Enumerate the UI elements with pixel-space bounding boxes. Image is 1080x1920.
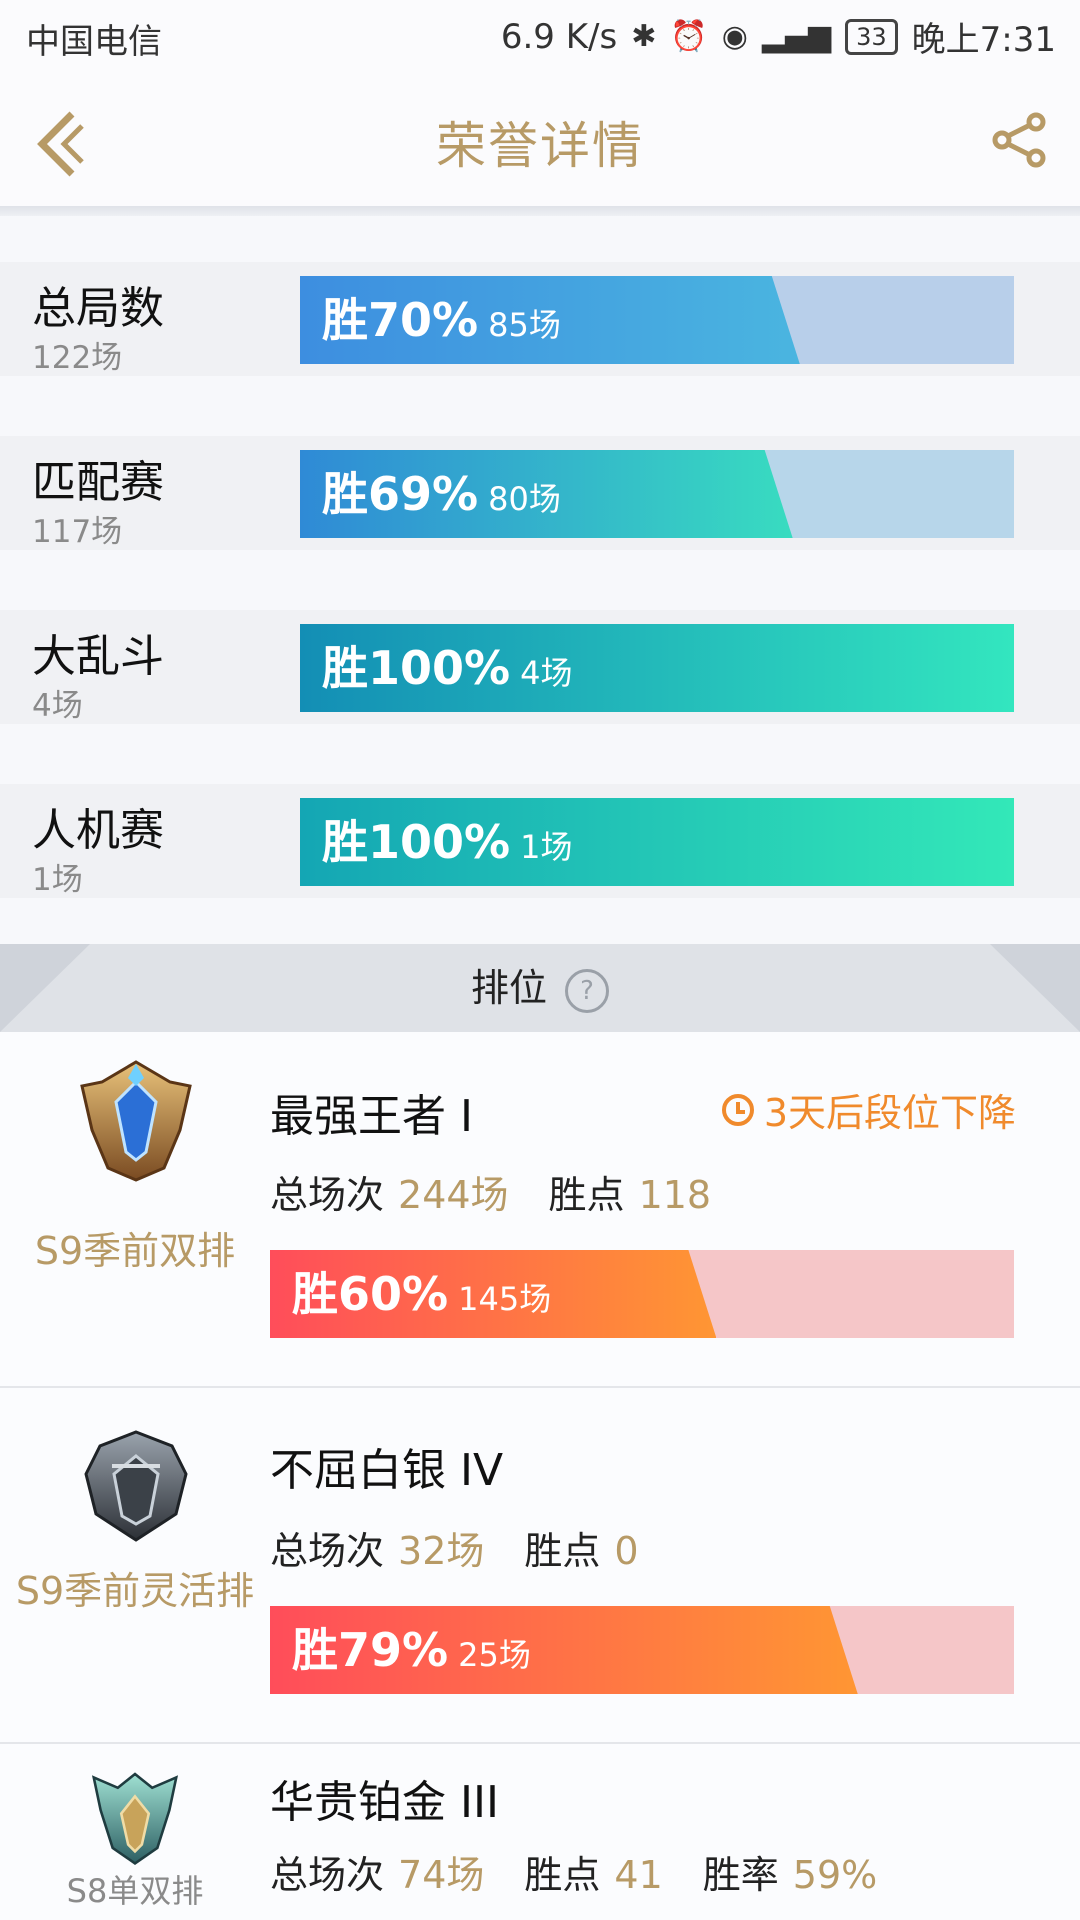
win-games: 85场 [488, 306, 561, 344]
win-rate-label: 胜60% [292, 1267, 449, 1321]
lp-value: 118 [638, 1173, 712, 1217]
mode-row-normal[interactable]: 匹配赛 117场 胜69% 80场 [0, 436, 1080, 550]
lp-value: 41 [614, 1853, 663, 1897]
mode-total-games: 117场 [32, 514, 123, 550]
carrier-label: 中国电信 [26, 22, 162, 62]
win-rate-label: 胜69% [322, 467, 479, 521]
mode-name: 大乱斗 [32, 631, 164, 682]
total-games-label: 总场次 [270, 1529, 385, 1573]
share-icon [992, 112, 1046, 168]
question-circle-icon[interactable]: ? [565, 968, 609, 1013]
ranked-title: 排位 [470, 966, 547, 1010]
demotion-warning: 3天后段位下降 [721, 1082, 1016, 1137]
app-header: 荣誉详情 [0, 76, 1080, 206]
mode-total-games: 1场 [32, 862, 83, 898]
tier-name: 最强王者 I [270, 1091, 473, 1142]
battery-icon: 33 [845, 18, 898, 55]
eye-icon: ◉ [721, 19, 748, 54]
mode-total-games: 4场 [32, 688, 83, 724]
rank-season-label: S8单双排 [66, 1872, 204, 1910]
rank-stats: 总场次 32场 胜点 0 [270, 1520, 679, 1575]
platinum-emblem-icon [91, 1772, 179, 1865]
iron-emblem-icon [84, 1430, 188, 1542]
win-games: 145场 [458, 1280, 552, 1318]
rank-season-label: S9季前灵活排 [15, 1569, 255, 1613]
mode-name: 总局数 [32, 283, 164, 334]
rank-stats: 总场次 74场 胜点 41 胜率 59% [270, 1844, 917, 1899]
win-rate-text-label: 胜率 [702, 1853, 779, 1897]
lp-label: 胜点 [524, 1529, 601, 1573]
lp-value: 0 [614, 1529, 639, 1573]
total-games-value: 74场 [398, 1853, 485, 1897]
page-title: 荣誉详情 [436, 117, 644, 175]
demotion-text: 3天后段位下降 [763, 1091, 1016, 1135]
mode-row-aram[interactable]: 大乱斗 4场 胜100% 4场 [0, 610, 1080, 724]
win-rate-bar: 胜100% 1场 [300, 798, 1014, 886]
rank-win-rate-bar: 胜60% 145场 [270, 1250, 1014, 1338]
win-rate-label: 胜79% [292, 1623, 449, 1677]
win-games: 80场 [488, 480, 561, 518]
total-games-value: 244场 [398, 1173, 509, 1217]
win-rate-text-value: 59% [792, 1853, 878, 1897]
win-rate-bar: 胜70% 85场 [300, 276, 1014, 364]
clock-time: 晚上7:31 [911, 20, 1056, 60]
mode-total-games: 122场 [32, 340, 123, 376]
rank-card-solo-duo[interactable]: S9季前双排 最强王者 I 3天后段位下降 总场次 244场 胜点 118 胜60% 1… [0, 1032, 1080, 1388]
total-games-label: 总场次 [270, 1853, 385, 1897]
network-speed: 6.9 K/s [500, 16, 618, 57]
win-games: 1场 [520, 828, 573, 866]
tier-name: 不屈白银 IV [270, 1445, 504, 1496]
status-bar: 中国电信 6.9 K/s ✱ ⏰ ◉ ▂▄▆ 33 晚上7:31 [0, 0, 1080, 76]
clock-icon [721, 1093, 754, 1126]
status-icons: 6.9 K/s ✱ ⏰ ◉ ▂▄▆ 33 晚上7:31 [501, 12, 1056, 61]
win-rate-label: 胜70% [322, 293, 479, 347]
alarm-icon: ⏰ [670, 19, 708, 54]
win-rate-label: 胜100% [322, 641, 511, 695]
mode-name: 人机赛 [32, 805, 164, 856]
rank-win-rate-bar: 胜79% 25场 [270, 1606, 1014, 1694]
rank-season-label: S9季前双排 [34, 1229, 236, 1273]
rank-card-s8-solo-duo[interactable]: S8单双排 华贵铂金 III 总场次 74场 胜点 41 胜率 59% [0, 1744, 1080, 1920]
tier-name: 华贵铂金 III [270, 1777, 499, 1828]
win-rate-bar: 胜100% 4场 [300, 624, 1014, 712]
challenger-emblem-icon [80, 1060, 192, 1182]
win-games: 25场 [458, 1636, 531, 1674]
mode-row-total[interactable]: 总局数 122场 胜70% 85场 [0, 262, 1080, 376]
signal-4g-icon: ▂▄▆ [761, 19, 832, 54]
win-games: 4场 [520, 654, 573, 692]
bluetooth-icon: ✱ [631, 19, 657, 54]
win-rate-label: 胜100% [322, 815, 511, 869]
mode-row-bot[interactable]: 人机赛 1场 胜100% 1场 [0, 784, 1080, 898]
share-button[interactable] [990, 110, 1050, 170]
ranked-section-header: 排位? [0, 944, 1080, 1032]
header-divider [0, 206, 1080, 216]
win-rate-bar: 胜69% 80场 [300, 450, 1014, 538]
lp-label: 胜点 [524, 1853, 601, 1897]
total-games-value: 32场 [398, 1529, 485, 1573]
total-games-label: 总场次 [270, 1173, 385, 1217]
rank-stats: 总场次 244场 胜点 118 [270, 1164, 751, 1219]
lp-label: 胜点 [548, 1173, 625, 1217]
rank-card-flex[interactable]: S9季前灵活排 不屈白银 IV 总场次 32场 胜点 0 胜79% 25场 [0, 1388, 1080, 1744]
mode-name: 匹配赛 [32, 457, 164, 508]
